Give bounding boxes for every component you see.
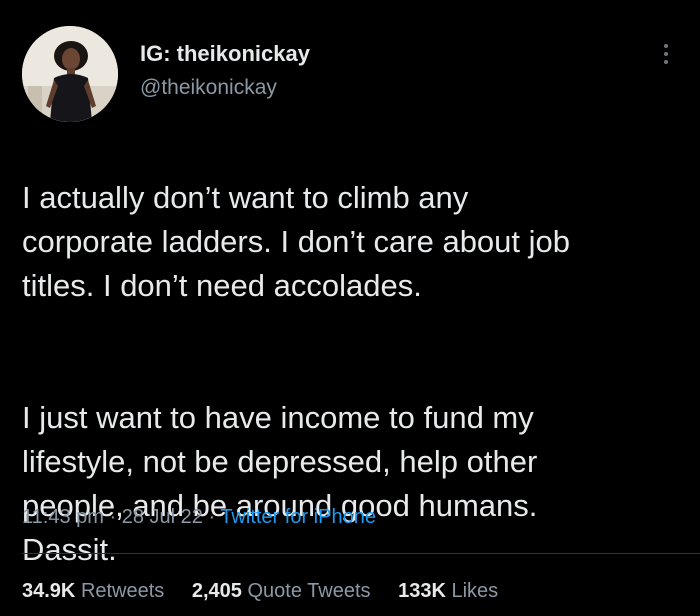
tweet-card: IG: theikonickay @theikonickay I actuall… xyxy=(0,0,700,616)
user-handle[interactable]: @theikonickay xyxy=(140,74,310,102)
divider xyxy=(22,553,700,554)
likes-stat[interactable]: 133K Likes xyxy=(398,576,498,606)
retweets-label: Retweets xyxy=(80,580,165,602)
author-block: IG: theikonickay @theikonickay xyxy=(140,40,310,102)
likes-label: Likes xyxy=(451,580,499,602)
tweet-source[interactable]: Twitter for iPhone xyxy=(220,506,376,528)
more-vertical-icon[interactable] xyxy=(660,44,672,74)
likes-count: 133K xyxy=(398,580,446,602)
tweet-paragraph: I just want to have income to fund my li… xyxy=(22,400,538,567)
tweet-meta: 11:43 pm · 28 Jul 22 · Twitter for iPhon… xyxy=(22,502,376,532)
meta-separator: · xyxy=(109,506,117,528)
tweet-paragraph: I actually don’t want to climb any corpo… xyxy=(22,180,571,303)
retweets-count: 34.9K xyxy=(22,580,76,602)
tweet-date[interactable]: 28 Jul 22 xyxy=(122,506,203,528)
quote-tweets-count: 2,405 xyxy=(191,580,242,602)
quote-tweets-label: Quote Tweets xyxy=(247,580,371,602)
tweet-stats: 34.9K Retweets 2,405 Quote Tweets 133K L… xyxy=(22,576,520,606)
retweets-stat[interactable]: 34.9K Retweets xyxy=(22,576,164,606)
avatar[interactable] xyxy=(22,26,118,122)
tweet-time[interactable]: 11:43 pm xyxy=(22,506,104,528)
meta-separator: · xyxy=(208,506,216,528)
quote-tweets-stat[interactable]: 2,405 Quote Tweets xyxy=(192,576,371,606)
profile-photo-icon xyxy=(22,26,118,122)
tweet-header: IG: theikonickay @theikonickay xyxy=(22,26,682,126)
tweet-text: I actually don’t want to climb any corpo… xyxy=(22,132,682,616)
display-name[interactable]: IG: theikonickay xyxy=(140,40,310,68)
